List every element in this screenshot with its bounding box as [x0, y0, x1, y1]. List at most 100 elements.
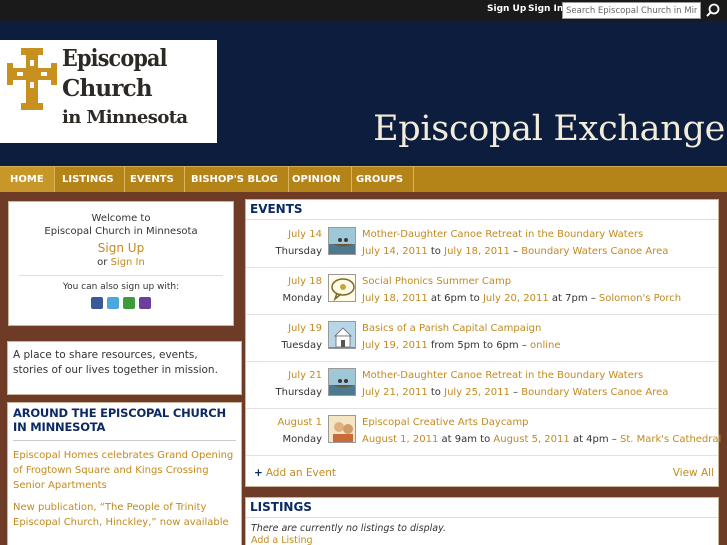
events-box: EVENTS July 14 Thursday Mother-Daughter … [245, 199, 721, 487]
no-listings-text: There are currently no listings to displ… [251, 523, 446, 534]
event-weekday: Monday [282, 293, 322, 304]
around-title: AROUND THE EPISCOPAL CHURCH IN MINNESOTA [13, 406, 226, 434]
logo-text-line-1: Episcopal [62, 45, 167, 72]
top-bar: Sign Up Sign In [0, 0, 727, 21]
sign-in-link[interactable]: Sign In [111, 257, 145, 268]
event-weekday: Tuesday [281, 340, 322, 351]
event-weekday: Monday [282, 434, 322, 445]
nav-home[interactable]: HOME [0, 167, 55, 192]
add-event-link[interactable]: + Add an Event [254, 467, 336, 479]
also-sign-up-text: You can also sign up with: [62, 282, 180, 292]
event-start-link[interactable]: August 1, 2011 [362, 434, 438, 445]
around-church-box: AROUND THE EPISCOPAL CHURCH IN MINNESOTA… [7, 402, 242, 545]
logo-text-line-2: Church [62, 75, 153, 102]
site-title[interactable]: Episcopal Exchange [373, 109, 725, 149]
event-dash: – [513, 246, 519, 257]
nav-bishops-blog[interactable]: BISHOP'S BLOG [181, 167, 289, 192]
welcome-line-2: Episcopal Church in Minnesota [44, 226, 198, 237]
divider [13, 440, 236, 441]
top-sign-up-link[interactable]: Sign Up [487, 4, 526, 14]
sign-up-link[interactable]: Sign Up [9, 241, 233, 255]
event-details: July 14, 2011 to July 18, 2011 – Boundar… [362, 246, 668, 257]
event-title-link[interactable]: Episcopal Creative Arts Daycamp [362, 417, 529, 428]
view-all-events-link[interactable]: View All [673, 467, 714, 479]
event-date: July 18 [288, 276, 322, 287]
arts-thumbnail[interactable] [328, 415, 356, 443]
event-date: August 1 [277, 417, 322, 428]
event-weekday: Thursday [275, 387, 323, 398]
event-item: July 14 Thursday Mother-Daughter Canoe R… [246, 221, 718, 268]
event-sep: to [430, 387, 441, 398]
event-date: July 21 [288, 370, 322, 381]
nav-groups[interactable]: GROUPS [346, 167, 415, 192]
event-details: July 18, 2011 at 6pm to July 20, 2011 at… [362, 293, 681, 304]
welcome-line-1: Welcome to [91, 213, 151, 224]
twitter-icon[interactable] [107, 297, 119, 309]
event-end-link[interactable]: August 5, 2011 [493, 434, 569, 445]
event-start-link[interactable]: July 18, 2011 [362, 293, 428, 304]
event-location-link[interactable]: St. Mark's Cathedral [620, 434, 721, 445]
or-text: or [97, 257, 108, 268]
welcome-box: Welcome to Episcopal Church in Minnesota… [8, 201, 234, 326]
event-location-link[interactable]: Boundary Waters Canoe Area [521, 387, 668, 398]
plus-icon: + [254, 467, 263, 479]
nav-opinion[interactable]: OPINION [282, 167, 352, 192]
events-title: EVENTS [246, 200, 718, 220]
event-sep: at 6pm to [430, 293, 480, 304]
event-dash: at 7pm – [551, 293, 596, 304]
divider [19, 275, 223, 276]
speech-bubble-thumbnail[interactable] [328, 274, 356, 302]
site-logo[interactable]: Episcopal Church in Minnesota [0, 40, 217, 143]
add-listing-link[interactable]: Add a Listing [246, 534, 718, 545]
news-link[interactable]: New publication, “The People of Trinity … [13, 500, 236, 530]
cross-logo-icon [7, 48, 57, 113]
yahoo-icon[interactable] [139, 297, 151, 309]
event-details: August 1, 2011 at 9am to August 5, 2011 … [362, 434, 721, 445]
site-header: Episcopal Church in Minnesota Episcopal … [0, 21, 727, 166]
event-title-link[interactable]: Basics of a Parish Capital Campaign [362, 323, 541, 334]
event-date: July 14 [288, 229, 322, 240]
event-weekday: Thursday [275, 246, 323, 257]
about-box: A place to share resources, events, stor… [7, 341, 242, 395]
event-details: July 21, 2011 to July 25, 2011 – Boundar… [362, 387, 668, 398]
nav-listings[interactable]: LISTINGS [52, 167, 125, 192]
event-end-link[interactable]: July 18, 2011 [444, 246, 510, 257]
logo-text-line-3: in Minnesota [62, 107, 188, 128]
event-location-link[interactable]: Boundary Waters Canoe Area [521, 246, 668, 257]
google-icon[interactable] [123, 297, 135, 309]
facebook-icon[interactable] [91, 297, 103, 309]
event-title-link[interactable]: Mother-Daughter Canoe Retreat in the Bou… [362, 370, 643, 381]
search-icon[interactable] [704, 2, 722, 19]
main-nav: HOME LISTINGS EVENTS BISHOP'S BLOG OPINI… [0, 166, 727, 192]
nav-events[interactable]: EVENTS [120, 167, 185, 192]
news-link[interactable]: Episcopal Homes celebrates Grand Opening… [13, 448, 236, 493]
search-input[interactable] [562, 2, 701, 19]
event-item: August 1 Monday Episcopal Creative Arts … [246, 409, 721, 456]
event-date: July 19 [288, 323, 322, 334]
event-location-link[interactable]: Solomon's Porch [599, 293, 681, 304]
event-item: July 19 Tuesday Basics of a Parish Capit… [246, 315, 718, 362]
event-details: July 19, 2011 from 5pm to 6pm – online [362, 340, 561, 351]
event-sep: to [430, 246, 441, 257]
social-sign-up-icons [9, 297, 233, 309]
event-sep: from 5pm to 6pm – [430, 340, 527, 351]
event-sep: at 9am to [441, 434, 491, 445]
event-end-link[interactable]: July 25, 2011 [444, 387, 510, 398]
sign-in-row: or Sign In [9, 257, 233, 268]
event-start-link[interactable]: July 19, 2011 [362, 340, 428, 351]
listings-box: LISTINGS There are currently no listings… [245, 497, 719, 545]
church-thumbnail[interactable] [328, 321, 356, 349]
event-title-link[interactable]: Social Phonics Summer Camp [362, 276, 511, 287]
event-title-link[interactable]: Mother-Daughter Canoe Retreat in the Bou… [362, 229, 643, 240]
top-sign-in-link[interactable]: Sign In [528, 4, 563, 14]
canoe-thumbnail[interactable] [328, 227, 356, 255]
event-end-link[interactable]: July 20, 2011 [483, 293, 549, 304]
canoe-thumbnail[interactable] [328, 368, 356, 396]
event-start-link[interactable]: July 14, 2011 [362, 246, 428, 257]
event-item: July 21 Thursday Mother-Daughter Canoe R… [246, 362, 718, 409]
event-dash: – [513, 387, 519, 398]
event-location-link[interactable]: online [530, 340, 561, 351]
event-item: July 18 Monday Social Phonics Summer Cam… [246, 268, 718, 315]
listings-title: LISTINGS [246, 498, 718, 518]
event-start-link[interactable]: July 21, 2011 [362, 387, 428, 398]
